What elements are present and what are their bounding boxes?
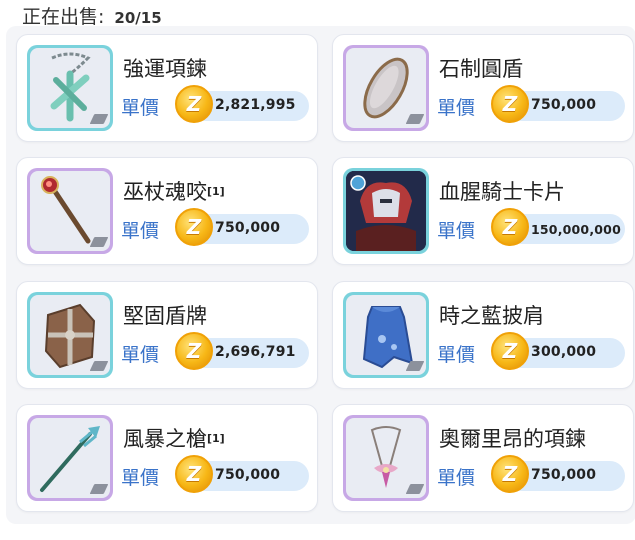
- zeny-coin-icon: Z: [175, 85, 213, 123]
- unit-price-label: 單價: [437, 220, 476, 242]
- listing-card[interactable]: 風暴之槍[1] 單價 Z 750,000: [16, 404, 318, 512]
- zeny-coin-icon: Z: [175, 332, 213, 370]
- selling-label: 正在出售:: [22, 6, 105, 28]
- item-price: 750,000: [531, 97, 597, 113]
- item-icon-frame: [27, 292, 113, 378]
- item-price: 2,821,995: [215, 97, 296, 113]
- listing-card[interactable]: 強運項鍊 單價 Z 2,821,995: [16, 34, 318, 142]
- item-price: 150,000,000: [531, 222, 621, 237]
- zeny-coin-icon: Z: [491, 455, 529, 493]
- selling-count: 20/15: [114, 9, 162, 27]
- item-price: 2,696,791: [215, 344, 296, 360]
- item-icon-frame: [343, 292, 429, 378]
- selling-header: 正在出售: 20/15: [22, 2, 162, 28]
- unit-price-label: 單價: [121, 220, 160, 242]
- item-icon-frame: [27, 415, 113, 501]
- item-name: 風暴之槍[1]: [123, 427, 225, 451]
- unit-price-label: 單價: [437, 467, 476, 489]
- item-price: 300,000: [531, 344, 597, 360]
- item-icon-frame: [343, 415, 429, 501]
- zeny-coin-icon: Z: [491, 85, 529, 123]
- zeny-coin-icon: Z: [175, 455, 213, 493]
- unit-price-label: 單價: [437, 97, 476, 119]
- zeny-coin-icon: Z: [491, 332, 529, 370]
- listing-card[interactable]: 血腥騎士卡片 單價 Z 150,000,000: [332, 157, 634, 265]
- unit-price-label: 單價: [121, 97, 160, 119]
- item-name: 奧爾里昂的項鍊: [439, 427, 586, 451]
- listing-card[interactable]: 巫杖魂咬[1] 單價 Z 750,000: [16, 157, 318, 265]
- listing-card[interactable]: 奧爾里昂的項鍊 單價 Z 750,000: [332, 404, 634, 512]
- zeny-coin-icon: Z: [175, 208, 213, 246]
- unit-price-label: 單價: [121, 467, 160, 489]
- item-name: 堅固盾牌: [123, 304, 207, 328]
- item-price: 750,000: [215, 467, 281, 483]
- item-name: 強運項鍊: [123, 57, 207, 81]
- item-name: 石制圓盾: [439, 57, 523, 81]
- item-name: 血腥騎士卡片: [439, 180, 565, 204]
- unit-price-label: 單價: [437, 344, 476, 366]
- listing-card[interactable]: 堅固盾牌 單價 Z 2,696,791: [16, 281, 318, 389]
- listing-card[interactable]: 石制圓盾 單價 Z 750,000: [332, 34, 634, 142]
- item-icon-frame: [343, 168, 429, 254]
- item-name: 時之藍披肩: [439, 304, 544, 328]
- item-price: 750,000: [215, 220, 281, 236]
- item-icon-frame: [343, 45, 429, 131]
- item-icon-frame: [27, 168, 113, 254]
- unit-price-label: 單價: [121, 344, 160, 366]
- zeny-coin-icon: Z: [491, 208, 529, 246]
- item-name: 巫杖魂咬[1]: [123, 180, 225, 204]
- knight-card-icon: [346, 171, 426, 251]
- item-icon-frame: [27, 45, 113, 131]
- listing-card[interactable]: 時之藍披肩 單價 Z 300,000: [332, 281, 634, 389]
- item-price: 750,000: [531, 467, 597, 483]
